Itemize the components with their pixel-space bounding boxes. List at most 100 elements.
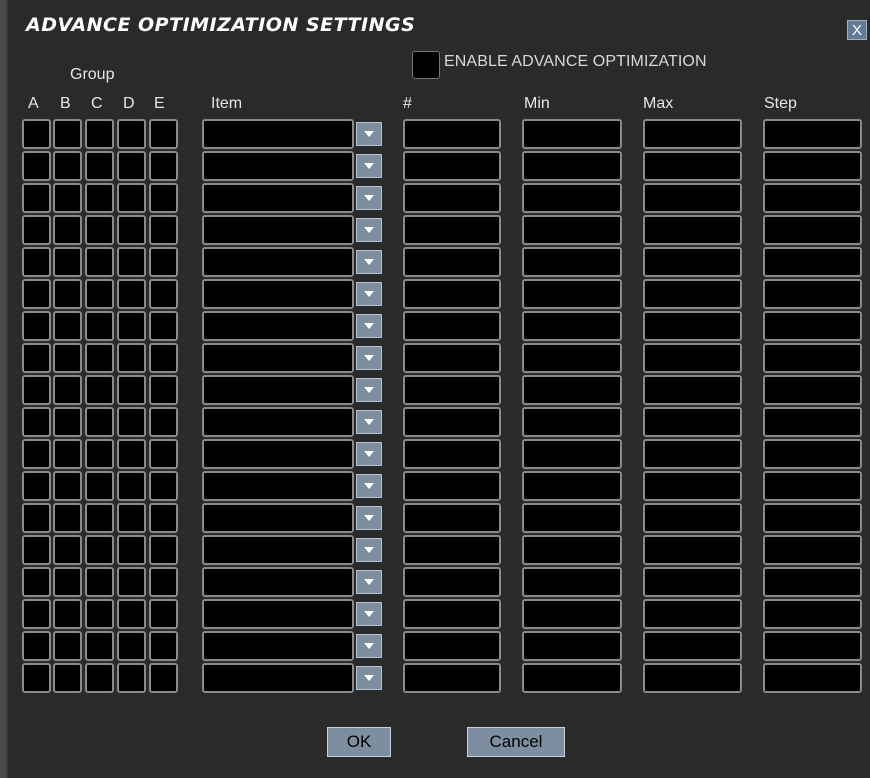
step-field[interactable] [763, 151, 862, 181]
min-field[interactable] [522, 439, 622, 469]
group-d-field[interactable] [117, 311, 146, 341]
group-b-field[interactable] [53, 183, 82, 213]
enable-advance-optimization-checkbox[interactable] [412, 51, 440, 79]
group-b-field[interactable] [53, 567, 82, 597]
min-field[interactable] [522, 151, 622, 181]
group-b-field[interactable] [53, 119, 82, 149]
max-field[interactable] [643, 247, 742, 277]
max-field[interactable] [643, 663, 742, 693]
item-select[interactable] [202, 279, 354, 309]
group-a-field[interactable] [22, 375, 51, 405]
chevron-down-icon[interactable] [356, 474, 382, 498]
group-e-field[interactable] [149, 471, 178, 501]
group-e-field[interactable] [149, 503, 178, 533]
group-c-field[interactable] [85, 343, 114, 373]
step-field[interactable] [763, 247, 862, 277]
group-e-field[interactable] [149, 663, 178, 693]
group-c-field[interactable] [85, 183, 114, 213]
group-c-field[interactable] [85, 215, 114, 245]
group-a-field[interactable] [22, 439, 51, 469]
group-c-field[interactable] [85, 407, 114, 437]
group-e-field[interactable] [149, 375, 178, 405]
group-a-field[interactable] [22, 151, 51, 181]
item-select[interactable] [202, 439, 354, 469]
group-a-field[interactable] [22, 567, 51, 597]
min-field[interactable] [522, 407, 622, 437]
group-b-field[interactable] [53, 151, 82, 181]
max-field[interactable] [643, 343, 742, 373]
group-e-field[interactable] [149, 407, 178, 437]
step-field[interactable] [763, 631, 862, 661]
group-e-field[interactable] [149, 439, 178, 469]
group-c-field[interactable] [85, 247, 114, 277]
group-a-field[interactable] [22, 471, 51, 501]
group-d-field[interactable] [117, 247, 146, 277]
chevron-down-icon[interactable] [356, 506, 382, 530]
item-select[interactable] [202, 567, 354, 597]
group-b-field[interactable] [53, 439, 82, 469]
group-a-field[interactable] [22, 311, 51, 341]
max-field[interactable] [643, 631, 742, 661]
chevron-down-icon[interactable] [356, 634, 382, 658]
item-select[interactable] [202, 503, 354, 533]
item-select[interactable] [202, 375, 354, 405]
close-button[interactable]: X [847, 20, 867, 40]
step-field[interactable] [763, 375, 862, 405]
group-b-field[interactable] [53, 343, 82, 373]
group-e-field[interactable] [149, 535, 178, 565]
number-field[interactable] [403, 599, 501, 629]
group-a-field[interactable] [22, 215, 51, 245]
group-a-field[interactable] [22, 631, 51, 661]
group-b-field[interactable] [53, 311, 82, 341]
chevron-down-icon[interactable] [356, 314, 382, 338]
group-d-field[interactable] [117, 215, 146, 245]
group-e-field[interactable] [149, 119, 178, 149]
group-a-field[interactable] [22, 183, 51, 213]
group-a-field[interactable] [22, 535, 51, 565]
max-field[interactable] [643, 407, 742, 437]
chevron-down-icon[interactable] [356, 154, 382, 178]
group-a-field[interactable] [22, 247, 51, 277]
number-field[interactable] [403, 343, 501, 373]
group-e-field[interactable] [149, 151, 178, 181]
group-c-field[interactable] [85, 151, 114, 181]
group-e-field[interactable] [149, 215, 178, 245]
item-select[interactable] [202, 535, 354, 565]
group-b-field[interactable] [53, 375, 82, 405]
item-select[interactable] [202, 311, 354, 341]
min-field[interactable] [522, 663, 622, 693]
cancel-button[interactable]: Cancel [467, 727, 565, 757]
chevron-down-icon[interactable] [356, 666, 382, 690]
group-d-field[interactable] [117, 343, 146, 373]
group-d-field[interactable] [117, 151, 146, 181]
item-select[interactable] [202, 215, 354, 245]
group-c-field[interactable] [85, 503, 114, 533]
group-d-field[interactable] [117, 119, 146, 149]
min-field[interactable] [522, 503, 622, 533]
number-field[interactable] [403, 215, 501, 245]
group-c-field[interactable] [85, 567, 114, 597]
chevron-down-icon[interactable] [356, 442, 382, 466]
min-field[interactable] [522, 343, 622, 373]
chevron-down-icon[interactable] [356, 250, 382, 274]
max-field[interactable] [643, 151, 742, 181]
number-field[interactable] [403, 151, 501, 181]
group-c-field[interactable] [85, 119, 114, 149]
ok-button[interactable]: OK [327, 727, 391, 757]
group-a-field[interactable] [22, 119, 51, 149]
chevron-down-icon[interactable] [356, 538, 382, 562]
group-d-field[interactable] [117, 663, 146, 693]
min-field[interactable] [522, 471, 622, 501]
number-field[interactable] [403, 311, 501, 341]
min-field[interactable] [522, 183, 622, 213]
group-e-field[interactable] [149, 599, 178, 629]
step-field[interactable] [763, 119, 862, 149]
item-select[interactable] [202, 631, 354, 661]
group-e-field[interactable] [149, 311, 178, 341]
max-field[interactable] [643, 183, 742, 213]
min-field[interactable] [522, 119, 622, 149]
group-b-field[interactable] [53, 215, 82, 245]
group-d-field[interactable] [117, 567, 146, 597]
item-select[interactable] [202, 599, 354, 629]
group-c-field[interactable] [85, 311, 114, 341]
